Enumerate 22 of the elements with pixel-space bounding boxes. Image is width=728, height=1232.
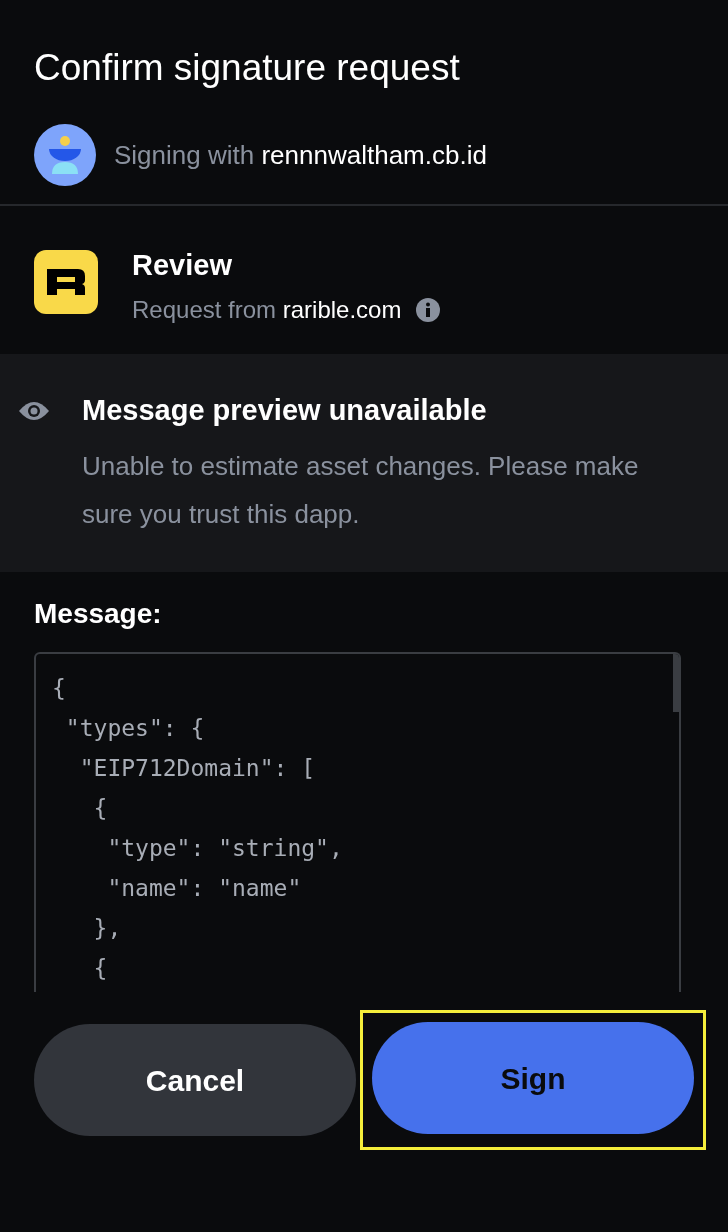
scrollbar-thumb[interactable] bbox=[673, 654, 679, 712]
code-line: }, bbox=[92, 914, 122, 943]
code-line: "types": { bbox=[64, 714, 205, 743]
code-line: { bbox=[52, 674, 66, 703]
request-origin: Request from rarible.com bbox=[132, 295, 402, 325]
code-line: "name": "name" bbox=[106, 874, 302, 903]
eye-icon bbox=[18, 400, 50, 422]
review-title: Review bbox=[132, 248, 233, 282]
code-line: { bbox=[92, 954, 108, 983]
dialog-title: Confirm signature request bbox=[33, 46, 461, 90]
info-icon bbox=[415, 297, 442, 323]
code-line: "type": "string", bbox=[106, 834, 343, 863]
sign-button[interactable]: Sign bbox=[372, 1022, 694, 1134]
app-logo-icon bbox=[34, 250, 98, 314]
preview-title: Message preview unavailable bbox=[82, 393, 488, 428]
signer-text: Signing with rennnwaltham.cb.id bbox=[114, 138, 487, 172]
preview-body: Unable to estimate asset changes. Please make sure you trust this dapp. bbox=[82, 450, 640, 531]
cancel-button[interactable]: Cancel bbox=[34, 1024, 356, 1136]
avatar-icon bbox=[34, 124, 96, 186]
message-label: Message: bbox=[33, 597, 163, 630]
code-line: "EIP712Domain": [ bbox=[78, 754, 316, 783]
code-line: { bbox=[92, 794, 108, 823]
